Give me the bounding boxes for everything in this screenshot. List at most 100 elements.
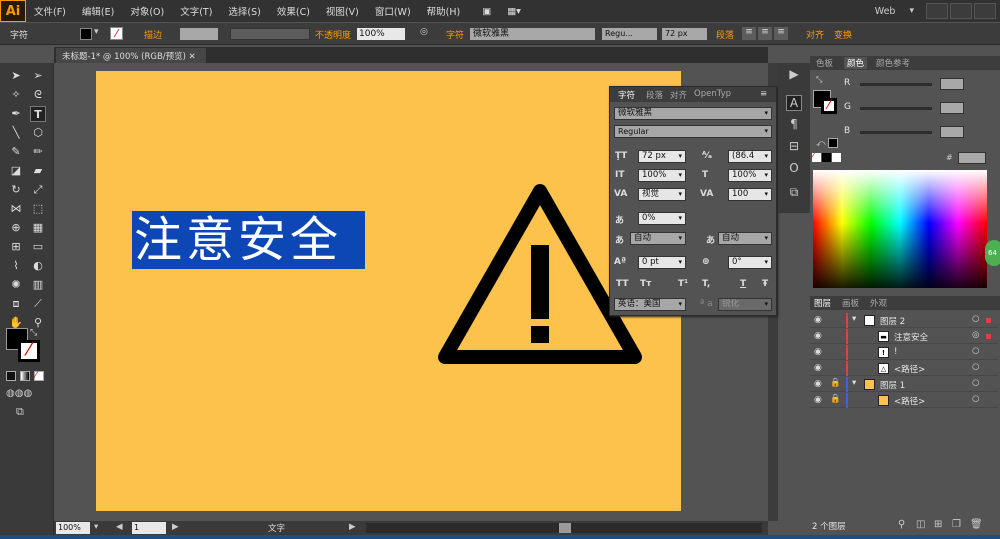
character-rotation-input[interactable]: 0°	[728, 256, 772, 269]
tsume-input[interactable]: 0%	[638, 212, 686, 225]
tab-color-guide[interactable]: 颜色参考	[876, 57, 910, 69]
target-circle-icon[interactable]: ○	[972, 346, 979, 356]
target-circle-icon[interactable]: ○	[972, 394, 979, 404]
visibility-eye-icon[interactable]: ◉	[814, 363, 822, 373]
paragraph-panel-icon[interactable]: ¶	[786, 117, 802, 133]
scale-tool-icon[interactable]: ⤢	[30, 182, 46, 198]
document-tab[interactable]: 未标题-1* @ 100% (RGB/预览) ✕	[56, 48, 206, 63]
new-sublayer-icon[interactable]: ⊞	[934, 519, 942, 530]
menu-effect[interactable]: 效果(C)	[269, 4, 318, 18]
tab-swatches[interactable]: 色板	[816, 57, 833, 69]
underline-button[interactable]: T	[740, 279, 746, 289]
screen-mode-icon[interactable]: ⧉	[16, 405, 24, 419]
swap-colors-icon[interactable]: ⤡	[30, 328, 37, 338]
stroke-weight-field[interactable]	[180, 28, 218, 40]
arrange-documents-icon[interactable]: ▦▾	[499, 6, 529, 17]
layer-row[interactable]: ◉ 🔒 <路径> ○	[810, 393, 998, 408]
horizontal-scale-input[interactable]: 100%	[728, 169, 772, 182]
layer-name[interactable]: 图层 2	[880, 315, 905, 327]
menu-window[interactable]: 窗口(W)	[367, 4, 419, 18]
menu-view[interactable]: 视图(V)	[318, 4, 367, 18]
antialias-select[interactable]: 锐化	[718, 298, 772, 311]
polygon-tool-icon[interactable]: ⬡	[30, 125, 46, 141]
target-circle-icon[interactable]: ○	[972, 362, 979, 372]
tab-color[interactable]: 颜色	[844, 57, 868, 69]
shape-builder-tool-icon[interactable]: ⊕	[8, 220, 24, 236]
layer-name[interactable]: <路径>	[894, 363, 925, 375]
expand-triangle-icon[interactable]: ▾	[852, 314, 856, 324]
artboard-tool-icon[interactable]: ⧈	[8, 296, 24, 312]
expand-triangle-icon[interactable]: ▾	[852, 378, 856, 388]
tracking-input[interactable]: 100	[728, 188, 772, 201]
delete-layer-icon[interactable]: 🗑	[970, 519, 983, 530]
maximize-button[interactable]	[950, 3, 972, 19]
tab-character[interactable]: 字符	[618, 89, 635, 101]
close-tab-icon[interactable]: ✕	[189, 52, 196, 62]
target-circle-icon[interactable]: ○	[972, 378, 979, 388]
direct-selection-tool-icon[interactable]: ➢	[30, 68, 46, 84]
magic-wand-tool-icon[interactable]: ✧	[8, 87, 24, 103]
locate-object-icon[interactable]: ⚲	[898, 519, 905, 530]
out-of-gamut-icon[interactable]: ⤺	[816, 139, 826, 149]
last-color-swatch[interactable]	[828, 138, 838, 148]
aki-left-select[interactable]: 自动	[630, 232, 686, 245]
layer-name[interactable]: <路径>	[894, 395, 925, 407]
font-family-field[interactable]: 微软雅黑	[470, 28, 595, 40]
color-swap-icon[interactable]: ⤡	[816, 75, 822, 85]
bridge-icon[interactable]: ▣	[474, 6, 499, 17]
none-mode-icon[interactable]: ⁄	[34, 371, 44, 381]
none-swatch-icon[interactable]: ⁄	[812, 153, 821, 162]
zoom-field[interactable]: 100%	[56, 522, 90, 534]
layer-name[interactable]: 注意安全	[894, 331, 928, 343]
font-size-field[interactable]: 72 px	[662, 28, 707, 40]
channel-r-slider[interactable]	[860, 83, 932, 86]
tab-align[interactable]: 对齐	[670, 89, 687, 101]
lock-icon[interactable]: 🔒	[830, 394, 841, 404]
zoom-dropdown-icon[interactable]: ▾	[94, 522, 98, 532]
eyedropper-tool-icon[interactable]: ⌇	[8, 258, 24, 274]
make-clipping-mask-icon[interactable]: ◫	[916, 519, 925, 530]
next-artboard-icon[interactable]: ▶	[172, 522, 179, 532]
new-layer-icon[interactable]: ❐	[952, 519, 961, 530]
visibility-eye-icon[interactable]: ◉	[814, 379, 822, 389]
opacity-label[interactable]: 不透明度	[315, 28, 351, 41]
align-link[interactable]: 对齐	[806, 28, 824, 41]
menu-help[interactable]: 帮助(H)	[419, 4, 469, 18]
menu-object[interactable]: 对象(O)	[122, 4, 172, 18]
tab-opentype[interactable]: OpenTyp	[694, 89, 731, 99]
draw-mode-icon[interactable]: ◍◍◍	[6, 388, 32, 399]
all-caps-button[interactable]: TT	[616, 279, 629, 289]
mesh-tool-icon[interactable]: ⊞	[8, 239, 24, 255]
gradient-mode-icon[interactable]	[20, 371, 30, 381]
artboard-number-field[interactable]: 1	[132, 522, 166, 534]
layer-name[interactable]: !	[894, 347, 897, 357]
panel-stroke-box[interactable]: ⁄	[821, 98, 837, 114]
fill-dropdown-icon[interactable]: ▾	[94, 27, 99, 37]
variable-width-field[interactable]	[230, 28, 310, 40]
perspective-grid-tool-icon[interactable]: ▦	[30, 220, 46, 236]
graph-tool-icon[interactable]: ▥	[30, 277, 46, 293]
opacity-field[interactable]: 100%	[357, 28, 405, 40]
align-center-icon[interactable]: ≡	[758, 27, 772, 40]
layer-name[interactable]: 图层 1	[880, 379, 905, 391]
minimize-button[interactable]	[926, 3, 948, 19]
target-circle-icon[interactable]: ○	[972, 314, 979, 324]
channel-g-slider[interactable]	[860, 107, 932, 110]
small-caps-button[interactable]: Tт	[640, 279, 651, 289]
paintbrush-tool-icon[interactable]: ✎	[8, 144, 24, 160]
stroke-swatch[interactable]: ⁄	[110, 27, 123, 40]
pen-tool-icon[interactable]: ✒	[8, 106, 24, 122]
hex-field[interactable]	[958, 152, 986, 164]
layer-row[interactable]: ◉ ! ! ○	[810, 345, 998, 360]
stroke-label[interactable]: 描边	[144, 28, 162, 41]
leading-input[interactable]: (86.4	[728, 150, 772, 163]
eraser-tool-icon[interactable]: ▰	[30, 163, 46, 179]
tab-layers[interactable]: 图层	[814, 297, 831, 309]
lock-icon[interactable]: 🔒	[830, 378, 841, 388]
character-panel-icon[interactable]: A	[786, 95, 802, 111]
rotate-tool-icon[interactable]: ↻	[8, 182, 24, 198]
aki-right-select[interactable]: 自动	[718, 232, 772, 245]
tab-artboards[interactable]: 画板	[842, 297, 859, 309]
transform-panel-icon[interactable]: ⧉	[786, 185, 802, 201]
tab-paragraph[interactable]: 段落	[646, 89, 663, 101]
